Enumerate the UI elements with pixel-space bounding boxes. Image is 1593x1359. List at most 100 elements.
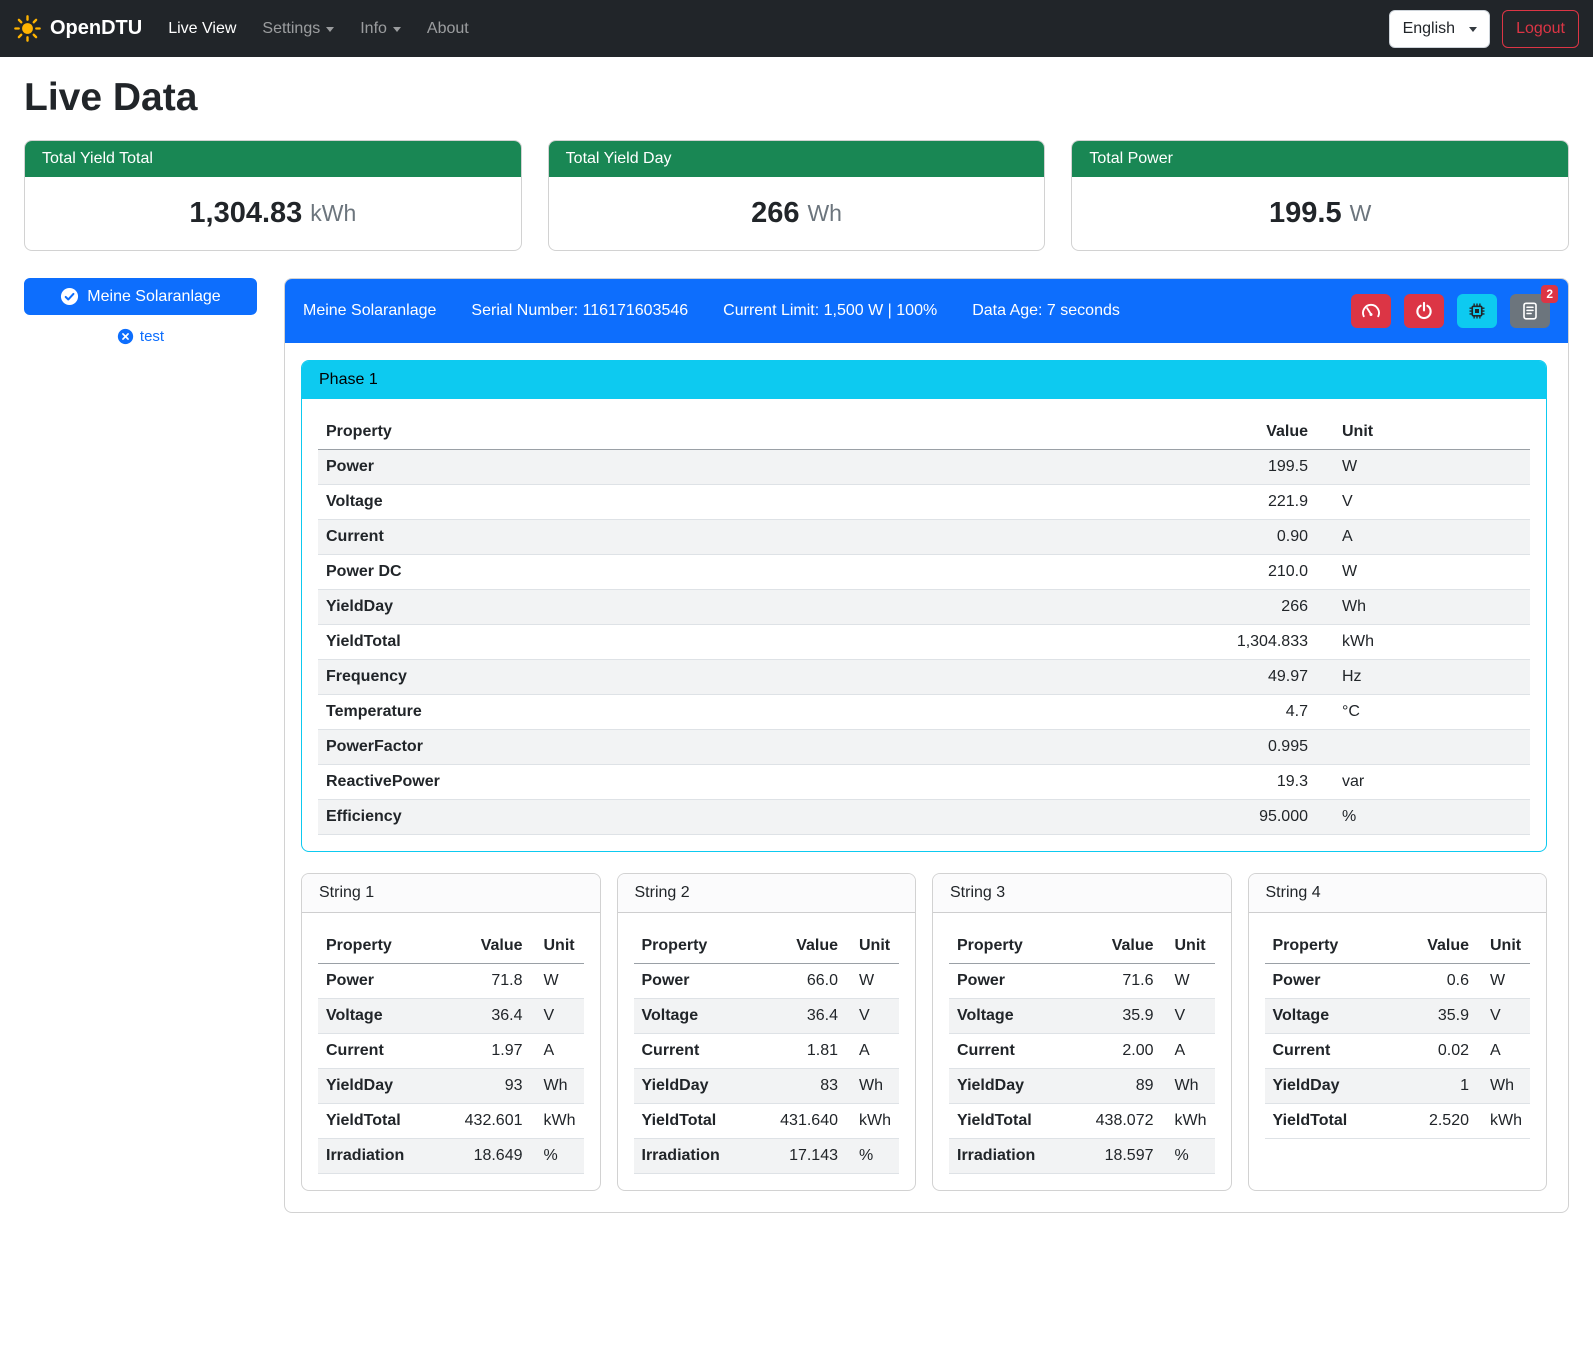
value-cell: 210.0 bbox=[1166, 555, 1316, 590]
chevron-down-icon bbox=[326, 27, 334, 32]
event-log-button[interactable]: 2 bbox=[1510, 294, 1550, 328]
unit-cell: kWh bbox=[1316, 625, 1530, 660]
card-total-power: Total Power 199.5 W bbox=[1071, 140, 1569, 251]
nav-about[interactable]: About bbox=[419, 12, 477, 46]
unit-cell: % bbox=[1316, 800, 1530, 835]
property-cell: YieldTotal bbox=[318, 625, 1166, 660]
property-cell: ReactivePower bbox=[318, 765, 1166, 800]
column-header-property: Property bbox=[949, 929, 1082, 964]
unit-cell: V bbox=[1316, 485, 1530, 520]
unit-cell: kWh bbox=[531, 1104, 584, 1139]
property-cell: Power bbox=[318, 964, 451, 999]
table-row: Power DC210.0W bbox=[318, 555, 1530, 590]
power-button[interactable] bbox=[1404, 294, 1444, 328]
property-cell: Power bbox=[1265, 964, 1398, 999]
top-navbar: OpenDTU Live View Settings Info About En… bbox=[0, 0, 1593, 57]
language-select[interactable]: English bbox=[1389, 10, 1490, 48]
card-title: Total Power bbox=[1072, 141, 1568, 177]
inverter-select-label: Meine Solaranlage bbox=[87, 288, 220, 306]
brand-home-link[interactable]: OpenDTU bbox=[14, 15, 142, 42]
property-cell: YieldTotal bbox=[318, 1104, 451, 1139]
limit-settings-button[interactable] bbox=[1351, 294, 1391, 328]
nav-live-view[interactable]: Live View bbox=[160, 12, 244, 46]
inverter-panel: Meine Solaranlage Serial Number: 1161716… bbox=[284, 278, 1569, 1213]
property-cell: Irradiation bbox=[949, 1139, 1082, 1174]
logout-button[interactable]: Logout bbox=[1502, 10, 1579, 48]
inverter-list-item-label: test bbox=[140, 328, 164, 345]
value-cell: 1.97 bbox=[451, 1034, 531, 1069]
table-row: Current0.02A bbox=[1265, 1034, 1531, 1069]
unit-cell: W bbox=[1316, 450, 1530, 485]
nav-info[interactable]: Info bbox=[352, 12, 409, 46]
value-cell: 71.6 bbox=[1082, 964, 1162, 999]
inverter-list-item-test[interactable]: test bbox=[24, 328, 257, 345]
unit-cell: V bbox=[1477, 999, 1530, 1034]
inverter-panel-header: Meine Solaranlage Serial Number: 1161716… bbox=[285, 279, 1568, 343]
cpu-icon bbox=[1467, 301, 1487, 321]
property-cell: Voltage bbox=[318, 999, 451, 1034]
property-cell: YieldDay bbox=[318, 1069, 451, 1104]
table-header-row: Property Value Unit bbox=[949, 929, 1215, 964]
unit-cell: W bbox=[531, 964, 584, 999]
value-cell: 35.9 bbox=[1397, 999, 1477, 1034]
string-3-card: String 3 Property Value Unit bbox=[932, 873, 1232, 1191]
inverter-select-button[interactable]: Meine Solaranlage bbox=[24, 278, 257, 315]
property-cell: Voltage bbox=[318, 485, 1166, 520]
value-cell: 83 bbox=[766, 1069, 846, 1104]
property-cell: Voltage bbox=[634, 999, 767, 1034]
property-cell: Efficiency bbox=[318, 800, 1166, 835]
unit-cell: W bbox=[1477, 964, 1530, 999]
card-title: Total Yield Day bbox=[549, 141, 1045, 177]
table-row: Current1.81A bbox=[634, 1034, 900, 1069]
card-unit: W bbox=[1350, 200, 1372, 227]
value-cell: 266 bbox=[1166, 590, 1316, 625]
unit-cell: Wh bbox=[1316, 590, 1530, 625]
table-row: Voltage35.9V bbox=[1265, 999, 1531, 1034]
column-header-property: Property bbox=[634, 929, 767, 964]
event-count-badge: 2 bbox=[1541, 285, 1558, 303]
value-cell: 4.7 bbox=[1166, 695, 1316, 730]
table-row: Power199.5W bbox=[318, 450, 1530, 485]
device-info-button[interactable] bbox=[1457, 294, 1497, 328]
string-card-title: String 4 bbox=[1249, 874, 1547, 913]
table-row: Irradiation17.143% bbox=[634, 1139, 900, 1174]
property-cell: Current bbox=[318, 1034, 451, 1069]
column-header-unit: Unit bbox=[1162, 929, 1215, 964]
value-cell: 199.5 bbox=[1166, 450, 1316, 485]
x-circle-icon bbox=[117, 328, 134, 345]
table-row: YieldDay266Wh bbox=[318, 590, 1530, 625]
table-row: Efficiency95.000% bbox=[318, 800, 1530, 835]
value-cell: 71.8 bbox=[451, 964, 531, 999]
property-cell: YieldDay bbox=[634, 1069, 767, 1104]
table-header-row: Property Value Unit bbox=[634, 929, 900, 964]
unit-cell: A bbox=[531, 1034, 584, 1069]
unit-cell: Wh bbox=[531, 1069, 584, 1104]
unit-cell: Hz bbox=[1316, 660, 1530, 695]
unit-cell: A bbox=[846, 1034, 899, 1069]
value-cell: 1,304.833 bbox=[1166, 625, 1316, 660]
column-header-property: Property bbox=[318, 929, 451, 964]
nav-settings[interactable]: Settings bbox=[254, 12, 342, 46]
value-cell: 1 bbox=[1397, 1069, 1477, 1104]
nav-about-label: About bbox=[427, 20, 469, 38]
unit-cell: Wh bbox=[1162, 1069, 1215, 1104]
table-header-row: Property Value Unit bbox=[318, 415, 1530, 450]
table-row: ReactivePower19.3var bbox=[318, 765, 1530, 800]
unit-cell: kWh bbox=[1162, 1104, 1215, 1139]
string-2-table: Property Value Unit Power66.0WVoltage36.… bbox=[634, 929, 900, 1174]
phase-table: Property Value Unit Power199.5WVoltage22… bbox=[318, 415, 1530, 835]
nav-settings-label: Settings bbox=[262, 20, 320, 38]
gauge-icon bbox=[1361, 301, 1381, 321]
string-4-table: Property Value Unit Power0.6WVoltage35.9… bbox=[1265, 929, 1531, 1139]
column-header-unit: Unit bbox=[1477, 929, 1530, 964]
unit-cell: A bbox=[1162, 1034, 1215, 1069]
unit-cell: Wh bbox=[846, 1069, 899, 1104]
property-cell: Power bbox=[634, 964, 767, 999]
string-card-body: Property Value Unit Power0.6WVoltage35.9… bbox=[1249, 913, 1547, 1155]
value-cell: 93 bbox=[451, 1069, 531, 1104]
unit-cell: Wh bbox=[1477, 1069, 1530, 1104]
string-4-card: String 4 Property Value Unit bbox=[1248, 873, 1548, 1191]
value-cell: 1.81 bbox=[766, 1034, 846, 1069]
unit-cell: A bbox=[1316, 520, 1530, 555]
string-card-title: String 1 bbox=[302, 874, 600, 913]
